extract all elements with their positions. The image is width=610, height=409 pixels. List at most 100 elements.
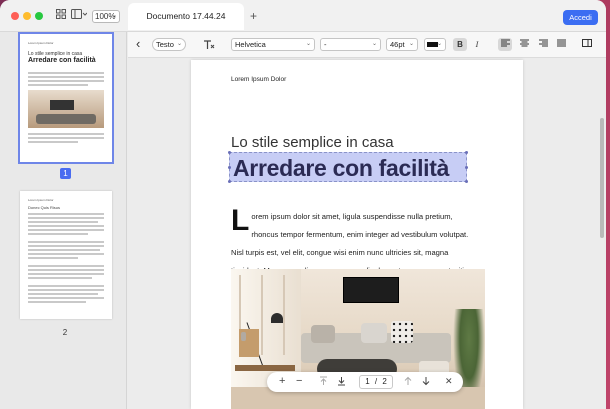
inspector-panel-button[interactable]	[580, 38, 594, 51]
panel-icon	[582, 39, 592, 47]
thumb-text-line	[28, 285, 104, 287]
page-navigation-bar: + − 1 / 2 ✕	[267, 372, 463, 392]
page-indicator[interactable]: 1 / 2	[359, 375, 393, 389]
align-center-button[interactable]	[517, 38, 531, 51]
thumb-text-line	[28, 80, 104, 82]
page-separator: /	[374, 377, 378, 386]
bold-button[interactable]: B	[453, 38, 467, 51]
thumb-subtitle: Donec Quis Risus	[28, 205, 61, 210]
current-page: 1	[365, 377, 370, 386]
resize-handle[interactable]	[228, 151, 231, 154]
text-color-select[interactable]: ⌄	[424, 38, 446, 51]
back-icon[interactable]: ‹	[136, 36, 140, 51]
thumb-text-line	[28, 289, 104, 291]
thumb-text-line	[28, 249, 100, 251]
thumb-text-line	[28, 273, 104, 275]
zoom-out-button[interactable]: −	[296, 375, 302, 387]
vertical-scrollbar[interactable]	[599, 58, 606, 409]
thumb-text-line	[28, 217, 104, 219]
thumb-text-line	[28, 225, 104, 227]
thumb-text-line	[28, 301, 86, 303]
text-format-icon[interactable]	[203, 39, 215, 52]
resize-handle[interactable]	[465, 180, 468, 183]
italic-button[interactable]: I	[470, 38, 484, 51]
chevron-down-icon: ⌄	[176, 41, 182, 47]
font-style-select[interactable]: - ⌄	[320, 38, 381, 51]
align-center-icon	[519, 39, 529, 47]
thumb-text-line	[28, 133, 104, 135]
thumb-text-line	[28, 257, 78, 259]
thumb-text-line	[28, 137, 104, 139]
page-thumbnail-2[interactable]: Lorem Ipsum Dolor Donec Quis Risus	[20, 191, 112, 319]
thumb-text-line	[28, 76, 104, 78]
tv	[343, 277, 399, 303]
scroll-thumb[interactable]	[600, 118, 604, 238]
page-number-2[interactable]: 2	[59, 328, 71, 337]
close-nav-button[interactable]: ✕	[445, 376, 453, 387]
thumb-text-line	[28, 72, 104, 74]
thumb-text-line	[28, 253, 104, 255]
page-thumbnail-1[interactable]: Lorem Ipsum Dolor Lo stile semplice in c…	[18, 32, 114, 164]
thumb-text-line	[28, 269, 104, 271]
total-pages: 2	[382, 377, 387, 386]
next-page-icon[interactable]	[422, 376, 430, 388]
sidebar-toggle-icon[interactable]	[71, 9, 88, 22]
page-number-1[interactable]: 1	[60, 168, 71, 179]
thumb-text-line	[28, 297, 104, 299]
font-family-value: Helvetica	[235, 40, 266, 49]
document-page: Lorem Ipsum Dolor Lo stile semplice in c…	[191, 60, 523, 409]
last-page-icon[interactable]	[337, 376, 346, 388]
tab-document[interactable]: Documento 17.44.24	[128, 3, 244, 30]
new-tab-button[interactable]: +	[250, 9, 257, 23]
font-family-select[interactable]: Helvetica ⌄	[231, 38, 315, 51]
align-right-icon	[538, 39, 548, 47]
chevron-down-icon: ⌄	[371, 41, 377, 47]
align-left-icon	[500, 39, 510, 47]
document-canvas: Lorem Ipsum Dolor Lo stile semplice in c…	[128, 58, 598, 409]
thumb-eyebrow: Lorem Ipsum Dolor	[28, 41, 54, 45]
fullscreen-window-button[interactable]	[35, 12, 43, 20]
justify-button[interactable]	[554, 38, 568, 51]
font-size-select[interactable]: 46pt ⌄	[386, 38, 418, 51]
thumb-text-line	[28, 213, 104, 215]
page-subtitle[interactable]: Lo stile semplice in casa	[231, 134, 394, 151]
thumb-text-line	[28, 229, 104, 231]
page-eyebrow[interactable]: Lorem Ipsum Dolor	[231, 76, 286, 83]
lamp	[271, 313, 283, 323]
grid-view-icon[interactable]	[56, 9, 66, 22]
app-window: 100% ⌄ Documento 17.44.24 + Accedi Lorem…	[0, 0, 606, 409]
align-left-button[interactable]	[498, 38, 512, 51]
drop-cap: L	[231, 204, 250, 237]
zoom-select[interactable]: 100% ⌄	[92, 10, 120, 23]
chevron-down-icon: ⌄	[408, 41, 414, 47]
mode-select[interactable]: Testo ⌄	[152, 38, 186, 51]
resize-handle[interactable]	[465, 166, 468, 169]
align-right-button[interactable]	[536, 38, 550, 51]
thumb-text-line	[28, 245, 104, 247]
thumb-eyebrow: Lorem Ipsum Dolor	[28, 198, 54, 202]
thumb-text-line	[28, 141, 78, 143]
previous-page-icon[interactable]	[404, 376, 412, 388]
selected-text-box[interactable]: Arredare con facilità	[228, 151, 468, 183]
thumb-text-line	[28, 241, 104, 243]
title-bar: 100% ⌄ Documento 17.44.24 + Accedi	[0, 0, 606, 32]
thumb-text-line	[28, 293, 98, 295]
thumb-title: Arredare con facilità	[28, 57, 96, 64]
page-title[interactable]: Arredare con facilità	[233, 155, 449, 182]
thumb-image	[28, 90, 104, 128]
page-thumbnails-sidebar: Lorem Ipsum Dolor Lo stile semplice in c…	[0, 32, 127, 409]
minimize-window-button[interactable]	[23, 12, 31, 20]
chevron-down-icon: ⌄	[111, 13, 117, 19]
thumb-text-line	[28, 265, 104, 267]
thumb-text-line	[28, 84, 88, 86]
zoom-in-button[interactable]: +	[279, 375, 285, 387]
thumb-text-line	[28, 221, 98, 223]
resize-handle[interactable]	[228, 166, 231, 169]
resize-handle[interactable]	[228, 180, 231, 183]
login-button[interactable]: Accedi	[563, 10, 598, 25]
first-page-icon[interactable]	[319, 376, 328, 388]
resize-handle[interactable]	[465, 151, 468, 154]
font-size-value: 46pt	[390, 40, 405, 49]
thumb-text-line	[28, 233, 88, 235]
close-window-button[interactable]	[11, 12, 19, 20]
